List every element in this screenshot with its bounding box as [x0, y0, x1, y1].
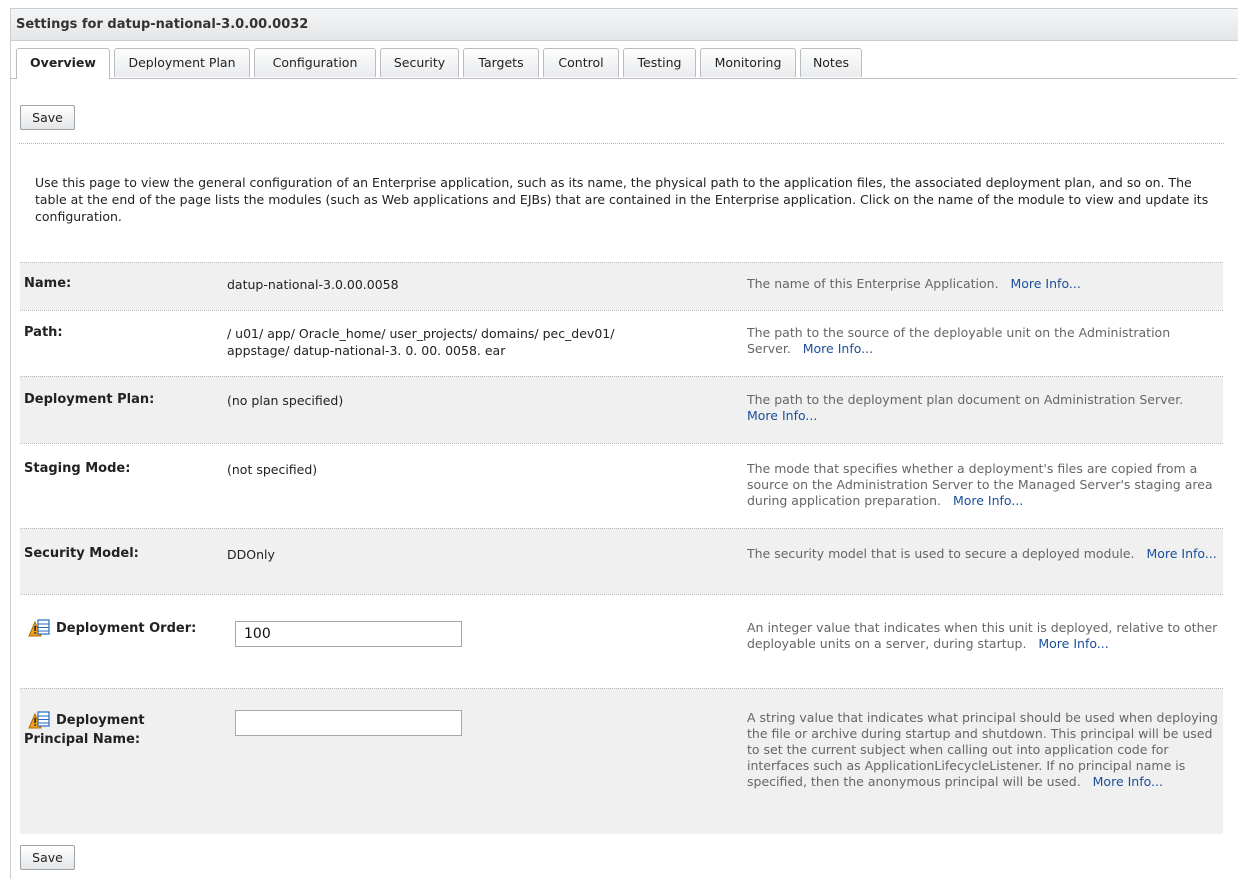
name-label: Name: [24, 276, 72, 291]
path-value-line2: appstage/ datup-national-3. 0. 00. 0058.… [227, 343, 506, 358]
tab-notes[interactable]: Notes [800, 48, 862, 77]
title-bar: Settings for datup-national-3.0.00.0032 [11, 9, 1238, 41]
deployment-plan-help-text: The path to the deployment plan document… [747, 392, 1184, 407]
deployment-plan-help: The path to the deployment plan document… [747, 392, 1222, 424]
name-help: The name of this Enterprise Application.… [747, 276, 1222, 292]
tab-control[interactable]: Control [543, 48, 619, 77]
row-deployment-plan: Deployment Plan: (no plan specified) The… [20, 376, 1223, 443]
security-model-more-info-link[interactable]: More Info... [1146, 546, 1216, 561]
staging-mode-help: The mode that specifies whether a deploy… [747, 461, 1222, 509]
tab-configuration[interactable]: Configuration [254, 48, 376, 77]
staging-mode-label: Staging Mode: [24, 461, 131, 476]
row-staging-mode: Staging Mode: (not specified) The mode t… [20, 443, 1223, 528]
name-value: datup-national-3.0.00.0058 [227, 277, 399, 292]
staging-mode-more-info-link[interactable]: More Info... [953, 493, 1023, 508]
tab-monitoring[interactable]: Monitoring [700, 48, 796, 77]
path-more-info-link[interactable]: More Info... [803, 341, 873, 356]
tab-underline [10, 78, 1237, 79]
config-change-warning-icon [28, 619, 50, 637]
tab-overview[interactable]: Overview [16, 48, 110, 79]
save-button-bottom[interactable]: Save [20, 845, 75, 870]
deployment-order-label: Deployment Order: [56, 621, 197, 636]
row-name: Name: datup-national-3.0.00.0058 The nam… [20, 262, 1223, 310]
tab-targets[interactable]: Targets [463, 48, 539, 77]
divider [19, 143, 1224, 144]
principal-name-label-line1: Deployment [56, 713, 145, 728]
deployment-plan-label: Deployment Plan: [24, 392, 155, 407]
path-help: The path to the source of the deployable… [747, 325, 1222, 357]
deployment-order-help: An integer value that indicates when thi… [747, 620, 1222, 652]
principal-name-help: A string value that indicates what princ… [747, 710, 1222, 790]
security-model-help: The security model that is used to secur… [747, 546, 1222, 562]
security-model-value: DDOnly [227, 547, 275, 562]
principal-name-input[interactable] [235, 710, 462, 736]
row-path: Path: / u01/ app/ Oracle_home/ user_proj… [20, 310, 1223, 376]
row-security-model: Security Model: DDOnly The security mode… [20, 528, 1223, 594]
deployment-order-help-text: An integer value that indicates when thi… [747, 620, 1218, 651]
tab-testing[interactable]: Testing [623, 48, 696, 77]
path-value-line1: / u01/ app/ Oracle_home/ user_projects/ … [227, 326, 615, 341]
security-model-label: Security Model: [24, 546, 139, 561]
intro-text: Use this page to view the general config… [35, 175, 1209, 224]
principal-name-label: Deployment Principal Name: [24, 711, 145, 749]
row-deployment-order: Deployment Order: 100 An integer value t… [20, 594, 1223, 688]
deployment-plan-value: (no plan specified) [227, 393, 344, 408]
name-help-text: The name of this Enterprise Application. [747, 276, 999, 291]
deployment-order-input[interactable]: 100 [235, 621, 462, 647]
tab-security[interactable]: Security [380, 48, 459, 77]
tab-deployment-plan[interactable]: Deployment Plan [114, 48, 250, 77]
save-button-top[interactable]: Save [20, 105, 75, 130]
staging-mode-value: (not specified) [227, 462, 318, 477]
deployment-plan-more-info-link[interactable]: More Info... [747, 408, 817, 423]
principal-name-label-line2: Principal Name: [24, 732, 141, 747]
path-value: / u01/ app/ Oracle_home/ user_projects/ … [227, 325, 614, 359]
deployment-order-more-info-link[interactable]: More Info... [1038, 636, 1108, 651]
security-model-help-text: The security model that is used to secur… [747, 546, 1135, 561]
page-title: Settings for datup-national-3.0.00.0032 [16, 17, 309, 32]
row-principal-name: Deployment Principal Name: A string valu… [20, 688, 1223, 834]
path-label: Path: [24, 325, 63, 340]
name-more-info-link[interactable]: More Info... [1010, 276, 1080, 291]
principal-name-more-info-link[interactable]: More Info... [1093, 774, 1163, 789]
